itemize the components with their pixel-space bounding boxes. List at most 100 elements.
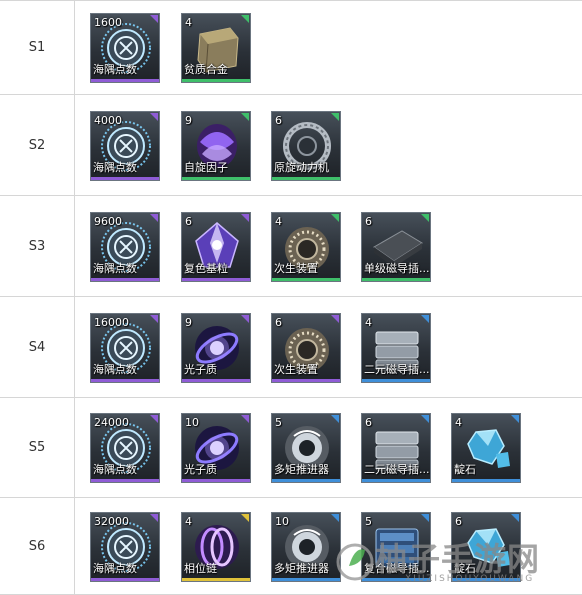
material-item[interactable]: 5 多矩推进器 <box>271 413 341 483</box>
rarity-corner <box>150 15 158 23</box>
stage-label: S4 <box>0 297 75 397</box>
item-count: 6 <box>365 215 372 228</box>
item-count: 6 <box>275 114 282 127</box>
material-item[interactable]: 6 单级磁导插... <box>361 212 431 282</box>
material-item[interactable]: 4 贫质合金 <box>181 13 251 83</box>
rarity-corner <box>241 15 249 23</box>
table-row: S2 4000 海隅点数 9 自旋因子 6 原旋动力机 <box>0 95 582 196</box>
material-item[interactable]: 4 靛石 <box>451 413 521 483</box>
table-row: S5 24000 海隅点数 10 光子质 5 多矩推进器 6 二元磁导插... 4 靛石 <box>0 398 582 498</box>
item-count: 10 <box>185 416 199 429</box>
material-item[interactable]: 4000 海隅点数 <box>90 111 160 181</box>
leaf-logo-icon <box>336 543 374 581</box>
item-count: 4 <box>275 215 282 228</box>
material-item[interactable]: 9600 海隅点数 <box>90 212 160 282</box>
item-count: 9 <box>185 316 192 329</box>
rarity-corner <box>331 214 339 222</box>
material-item[interactable]: 10 多矩推进器 <box>271 512 341 582</box>
material-item[interactable]: 6 次生装置 <box>271 313 341 383</box>
rarity-corner <box>511 415 519 423</box>
item-count: 16000 <box>94 316 129 329</box>
material-item[interactable]: 9 光子质 <box>181 313 251 383</box>
item-count: 6 <box>365 416 372 429</box>
rarity-corner <box>331 415 339 423</box>
item-count: 6 <box>275 316 282 329</box>
rarity-bar <box>91 379 159 382</box>
material-item[interactable]: 4 次生装置 <box>271 212 341 282</box>
material-item[interactable]: 4 二元磁导插... <box>361 313 431 383</box>
rarity-bar <box>362 379 430 382</box>
item-name: 自旋因子 <box>184 161 228 174</box>
item-name: 原旋动力机 <box>274 161 329 174</box>
material-item[interactable]: 32000 海隅点数 <box>90 512 160 582</box>
rarity-bar <box>91 79 159 82</box>
table-row: S4 16000 海隅点数 9 光子质 6 次生装置 4 二元磁导插... <box>0 297 582 398</box>
item-name: 单级磁导插... <box>364 262 430 275</box>
rarity-bar <box>452 479 520 482</box>
item-count: 6 <box>455 515 462 528</box>
rarity-bar <box>272 177 340 180</box>
item-name: 多矩推进器 <box>274 463 329 476</box>
watermark: 柚子手游网 XIUZISHOUYOUWANG <box>335 528 580 594</box>
material-item[interactable]: 6 复色基粒 <box>181 212 251 282</box>
rarity-bar <box>91 578 159 581</box>
material-item[interactable]: 24000 海隅点数 <box>90 413 160 483</box>
item-name: 海隅点数 <box>93 262 137 275</box>
watermark-subtext: XIUZISHOUYOUWANG <box>405 574 535 584</box>
item-count: 4 <box>455 416 462 429</box>
rarity-bar <box>182 278 250 281</box>
item-count: 5 <box>275 416 282 429</box>
material-item[interactable]: 1600 海隅点数 <box>90 13 160 83</box>
rarity-bar <box>182 479 250 482</box>
rarity-bar <box>182 379 250 382</box>
item-name: 海隅点数 <box>93 463 137 476</box>
rarity-corner <box>150 214 158 222</box>
rarity-corner <box>150 514 158 522</box>
item-name: 次生装置 <box>274 363 318 376</box>
rarity-bar <box>182 578 250 581</box>
item-name: 光子质 <box>184 363 217 376</box>
item-name: 海隅点数 <box>93 161 137 174</box>
item-name: 复色基粒 <box>184 262 228 275</box>
stage-label: S2 <box>0 95 75 195</box>
item-name: 贫质合金 <box>184 63 228 76</box>
material-item[interactable]: 4 相位链 <box>181 512 251 582</box>
item-count: 9600 <box>94 215 122 228</box>
material-item[interactable]: 6 二元磁导插... <box>361 413 431 483</box>
item-count: 4 <box>365 316 372 329</box>
table-row: S3 9600 海隅点数 6 复色基粒 4 次生装置 6 单级磁导插... <box>0 196 582 297</box>
material-item[interactable]: 10 光子质 <box>181 413 251 483</box>
item-count: 9 <box>185 114 192 127</box>
rarity-corner <box>421 514 429 522</box>
rarity-corner <box>241 214 249 222</box>
rarity-corner <box>241 514 249 522</box>
item-count: 5 <box>365 515 372 528</box>
rarity-corner <box>511 514 519 522</box>
item-count: 1600 <box>94 16 122 29</box>
rarity-bar <box>272 479 340 482</box>
rarity-bar <box>91 177 159 180</box>
item-name: 二元磁导插... <box>364 463 430 476</box>
item-count: 32000 <box>94 515 129 528</box>
item-name: 海隅点数 <box>93 63 137 76</box>
item-name: 次生装置 <box>274 262 318 275</box>
item-count: 4000 <box>94 114 122 127</box>
item-count: 10 <box>275 515 289 528</box>
material-item[interactable]: 6 原旋动力机 <box>271 111 341 181</box>
stage-label: S6 <box>0 498 75 594</box>
rarity-corner <box>331 315 339 323</box>
item-name: 靛石 <box>454 463 476 476</box>
rarity-corner <box>241 315 249 323</box>
rarity-corner <box>331 113 339 121</box>
rarity-bar <box>362 278 430 281</box>
rarity-bar <box>362 479 430 482</box>
item-count: 6 <box>185 215 192 228</box>
material-item[interactable]: 9 自旋因子 <box>181 111 251 181</box>
item-name: 相位链 <box>184 562 217 575</box>
rarity-corner <box>421 315 429 323</box>
material-item[interactable]: 16000 海隅点数 <box>90 313 160 383</box>
rarity-bar <box>272 379 340 382</box>
rarity-bar <box>91 278 159 281</box>
rarity-corner <box>150 315 158 323</box>
table-row: S1 1600 海隅点数 4 贫质合金 <box>0 1 582 95</box>
